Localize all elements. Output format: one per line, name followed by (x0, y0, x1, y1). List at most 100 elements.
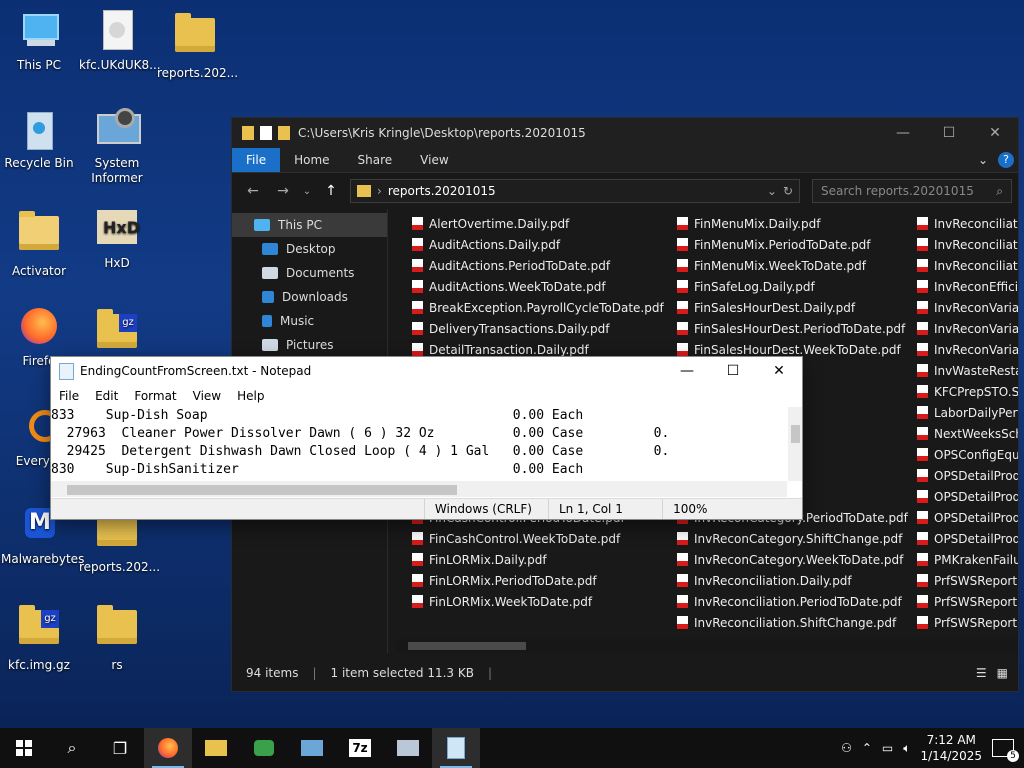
menu-format[interactable]: Format (126, 389, 184, 403)
sidebar-item-desktop[interactable]: Desktop (232, 237, 387, 261)
sidebar-item-downloads[interactable]: Downloads (232, 285, 387, 309)
file-row[interactable]: AlertOvertime.Daily.pdf (412, 213, 664, 234)
chevron-up-icon[interactable]: ⌃ (862, 741, 872, 755)
file-row[interactable]: InvReconciliatio (917, 234, 1018, 255)
forward-button[interactable]: → (272, 183, 294, 199)
sidebar-item-pictures[interactable]: Pictures (232, 333, 387, 357)
file-row[interactable]: InvReconciliatio (917, 255, 1018, 276)
address-bar[interactable]: › reports.20201015 ⌄ ↻ (350, 179, 800, 203)
file-row[interactable]: InvReconciliation.ShiftChange.pdf (677, 612, 908, 633)
menu-edit[interactable]: Edit (87, 389, 126, 403)
sidebar-item-documents[interactable]: Documents (232, 261, 387, 285)
details-view-icon[interactable]: ☰ (976, 666, 987, 680)
network-icon[interactable]: ▭ (882, 741, 893, 755)
file-row[interactable]: NextWeeksSche (917, 423, 1018, 444)
menu-help[interactable]: Help (229, 389, 272, 403)
maximize-button[interactable]: ☐ (710, 356, 756, 386)
file-row[interactable]: FinLORMix.WeekToDate.pdf (412, 591, 664, 612)
tab-file[interactable]: File (232, 148, 281, 172)
file-row[interactable]: KFCPrepSTO.Sta (917, 381, 1018, 402)
taskbar-7zip[interactable]: 7z (336, 728, 384, 768)
sidebar-item-this-pc[interactable]: This PC (232, 213, 387, 237)
tab-home[interactable]: Home (280, 148, 343, 172)
notepad-titlebar[interactable]: EndingCountFromScreen.txt - Notepad — ☐ … (51, 357, 802, 385)
file-row[interactable]: OPSConfigEquip (917, 444, 1018, 465)
back-button[interactable]: ← (242, 183, 264, 199)
close-button[interactable]: ✕ (756, 356, 802, 386)
file-row[interactable]: FinMenuMix.PeriodToDate.pdf (677, 234, 908, 255)
clock[interactable]: 7:12 AM 1/14/2025 (920, 732, 982, 764)
large-icons-view-icon[interactable]: ▦ (997, 666, 1008, 680)
taskbar-file-explorer[interactable] (192, 728, 240, 768)
scrollbar-thumb[interactable] (791, 425, 800, 443)
desktop-icon-gz-archive[interactable]: gz (79, 306, 155, 362)
file-row[interactable]: BreakException.PayrollCycleToDate.pdf (412, 297, 664, 318)
properties-icon[interactable] (260, 126, 272, 140)
taskbar-system-informer[interactable] (288, 728, 336, 768)
desktop-icon-kfc-file[interactable]: kfc.UKdUK8... (79, 10, 161, 73)
file-row[interactable]: InvReconciliation.PeriodToDate.pdf (677, 591, 908, 612)
file-row[interactable]: DeliveryTransactions.Daily.pdf (412, 318, 664, 339)
start-button[interactable] (0, 728, 48, 768)
menu-view[interactable]: View (185, 389, 229, 403)
minimize-button[interactable]: — (664, 356, 710, 386)
desktop-icon-reports-folder[interactable]: reports.202... (157, 10, 238, 81)
taskbar-notepad[interactable] (432, 728, 480, 768)
close-button[interactable]: ✕ (972, 118, 1018, 148)
minimize-button[interactable]: — (880, 118, 926, 148)
notepad-text-area[interactable]: 833 Sup-Dish Soap 0.00 Each 27963 Cleane… (51, 407, 787, 481)
file-row[interactable]: FinLORMix.PeriodToDate.pdf (412, 570, 664, 591)
desktop-icon-hxd[interactable]: HxD HxD (79, 208, 155, 271)
file-row[interactable]: InvWasteRestag (917, 360, 1018, 381)
desktop-icon-rs[interactable]: rs (79, 602, 155, 673)
sidebar-item-music[interactable]: Music (232, 309, 387, 333)
new-folder-icon[interactable] (278, 126, 290, 140)
file-row[interactable]: InvReconCategory.WeekToDate.pdf (677, 549, 908, 570)
file-row[interactable]: PrfSWSReport.W (917, 612, 1018, 633)
file-row[interactable]: InvReconVarianc (917, 297, 1018, 318)
file-row[interactable]: InvReconVarianc (917, 318, 1018, 339)
vertical-scrollbar[interactable] (788, 407, 802, 481)
notification-center[interactable]: 5 (992, 739, 1019, 762)
help-icon[interactable]: ? (998, 152, 1014, 168)
search-button[interactable]: ⌕ (48, 728, 96, 768)
file-row[interactable]: FinMenuMix.Daily.pdf (677, 213, 908, 234)
file-row[interactable]: FinSalesHourDest.PeriodToDate.pdf (677, 318, 908, 339)
file-row[interactable]: OPSDetailProdu (917, 465, 1018, 486)
file-list-scrollbar[interactable] (396, 639, 1018, 653)
file-row[interactable]: InvReconVarianc (917, 339, 1018, 360)
taskbar-app-network[interactable] (384, 728, 432, 768)
file-row[interactable]: OPSDetailProdu (917, 507, 1018, 528)
file-row[interactable]: LaborDailyPerfD (917, 402, 1018, 423)
file-row[interactable]: PrfSWSReport.P (917, 591, 1018, 612)
scrollbar-thumb[interactable] (408, 642, 526, 650)
file-row[interactable]: FinSalesHourDest.Daily.pdf (677, 297, 908, 318)
menu-file[interactable]: File (51, 389, 87, 403)
file-row[interactable]: InvReconciliation.Daily.pdf (677, 570, 908, 591)
tab-view[interactable]: View (406, 148, 462, 172)
file-row[interactable]: AuditActions.WeekToDate.pdf (412, 276, 664, 297)
horizontal-scrollbar[interactable] (51, 481, 787, 497)
desktop-icon-activator[interactable]: Activator (1, 208, 77, 279)
explorer-titlebar[interactable]: C:\Users\Kris Kringle\Desktop\reports.20… (232, 118, 1018, 148)
file-row[interactable]: InvReconCategory.ShiftChange.pdf (677, 528, 908, 549)
address-dropdown-icon[interactable]: ⌄ (767, 184, 777, 198)
recent-locations-button[interactable]: ⌄ (302, 186, 312, 197)
file-row[interactable]: AuditActions.PeriodToDate.pdf (412, 255, 664, 276)
file-row[interactable]: FinLORMix.Daily.pdf (412, 549, 664, 570)
scrollbar-thumb[interactable] (67, 485, 457, 495)
tab-share[interactable]: Share (344, 148, 407, 172)
file-row[interactable]: PMKrakenFailur (917, 549, 1018, 570)
file-row[interactable]: InvReconciliation (917, 213, 1018, 234)
file-row[interactable]: AuditActions.Daily.pdf (412, 234, 664, 255)
notepad-window[interactable]: EndingCountFromScreen.txt - Notepad — ☐ … (50, 356, 803, 520)
file-row[interactable]: OPSDetailProdu (917, 486, 1018, 507)
expand-ribbon-icon[interactable]: ⌄ (978, 153, 988, 167)
desktop-icon-kfc-img-gz[interactable]: gz kfc.img.gz (1, 602, 77, 673)
file-row[interactable]: OPSDetailProdu (917, 528, 1018, 549)
file-row[interactable]: InvReconEfficier (917, 276, 1018, 297)
file-row[interactable]: PrfSWSReport.D (917, 570, 1018, 591)
desktop-icon-this-pc[interactable]: This PC (1, 10, 77, 73)
people-icon[interactable]: ⚇ (841, 741, 852, 755)
file-row[interactable]: FinCashControl.WeekToDate.pdf (412, 528, 664, 549)
